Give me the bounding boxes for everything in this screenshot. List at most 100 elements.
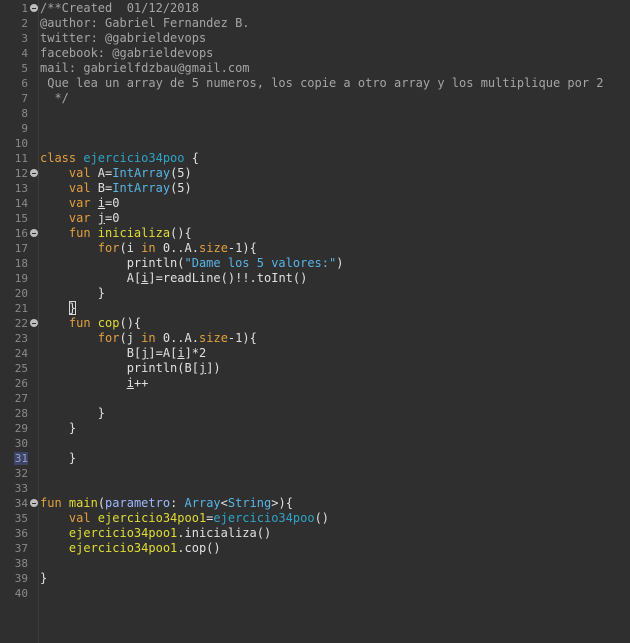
code-token: j [97,211,106,225]
code-token: () [314,511,330,525]
line-number: 13 [0,181,38,196]
line-number-text: 13 [14,182,28,195]
code-token: i [97,196,106,210]
code-token: ]*2 [184,346,207,360]
code-line[interactable]: val ejercicio34poo1=ejercicio34poo() [40,511,329,526]
line-number-text: 32 [14,467,28,480]
fold-toggle-icon[interactable] [30,169,38,177]
code-token: -1){ [227,331,257,345]
code-token: .inicializa() [177,526,272,540]
code-token: inicializa [97,226,171,240]
code-line[interactable]: } [40,406,105,421]
code-token: 0.. [162,241,185,255]
code-line[interactable]: fun cop(){ [40,316,141,331]
fold-toggle-icon[interactable] [30,4,38,12]
code-token: ejercicio34poo [83,151,185,165]
code-line[interactable]: class ejercicio34poo { [40,151,199,166]
line-number-text: 40 [14,587,28,600]
code-token: IntArray [112,166,171,180]
line-number-text: 17 [14,242,28,255]
code-line[interactable]: } [40,451,76,466]
code-line[interactable]: twitter: @gabrieldevops [40,31,206,46]
code-line[interactable]: } [40,301,77,316]
code-line[interactable]: } [40,286,105,301]
line-number-text: 27 [14,392,28,405]
code-token: 0.. [162,331,185,345]
code-token: String [227,496,272,510]
line-number-text: 24 [14,347,28,360]
line-number-text: 35 [14,512,28,525]
line-number: 40 [0,586,38,601]
code-line[interactable]: facebook: @gabrieldevops [40,46,213,61]
code-token: ( [97,496,106,510]
code-token: ]=readLine()!!.toInt() [148,271,308,285]
code-token: .cop() [177,541,221,555]
fold-toggle-icon[interactable] [30,499,38,507]
code-token: ]= [148,346,163,360]
line-number-text: 14 [14,197,28,210]
code-area[interactable]: /**Created 01/12/2018 @author: Gabriel Fe… [39,0,630,643]
line-number-text: 34 [14,497,28,510]
code-line[interactable]: ejercicio34poo1.cop() [40,541,221,556]
line-number: 6 [0,76,38,91]
fold-toggle-icon[interactable] [30,319,38,327]
line-number-text: 22 [14,317,28,330]
code-line[interactable]: val A=IntArray(5) [40,166,192,181]
code-line[interactable]: mail: gabrielfdzbau@gmail.com [40,61,250,76]
line-number-text: 21 [14,302,28,315]
fold-toggle-icon[interactable] [30,229,38,237]
line-number-gutter[interactable]: 1 2 3 4 5 6 7 8 9 10 11 12 13 14 15 16 17 18 19 20 21 22 23 24 2… [0,0,39,643]
code-line[interactable]: @author: Gabriel Fernandez B. [40,16,250,31]
matched-bracket: } [68,301,77,315]
line-number: 9 [0,121,38,136]
code-line[interactable]: A[i]=readLine()!!.toInt() [40,271,308,286]
line-number: 34 [0,496,38,511]
code-token: mail: gabrielfdzbau@gmail.com [40,61,250,75]
line-number-text: 29 [14,422,28,435]
code-token: cop [97,316,120,330]
line-number-text: 20 [14,287,28,300]
code-token: =0 [105,196,120,210]
code-line[interactable]: i++ [40,376,149,391]
line-number: 16 [0,226,38,241]
code-line[interactable]: var i=0 [40,196,120,211]
code-line[interactable]: println(B[j]) [40,361,221,376]
line-number-text: 12 [14,167,28,180]
code-line[interactable]: val B=IntArray(5) [40,181,192,196]
code-line[interactable]: */ [40,91,68,106]
code-line[interactable]: for(i in 0..A.size-1){ [40,241,257,256]
line-number-text: 36 [14,527,28,540]
line-number-text: 5 [21,62,28,75]
code-line[interactable]: println("Dame los 5 valores:") [40,256,344,271]
code-line[interactable]: Que lea un array de 5 numeros, los copie… [40,76,604,91]
code-token: for [40,241,120,255]
line-number-text: 9 [21,122,28,135]
code-line[interactable]: } [40,421,76,436]
line-number-text: 1 [21,2,28,15]
code-token: A [97,166,106,180]
line-number: 23 [0,331,38,346]
code-line[interactable]: } [40,571,47,586]
code-line[interactable]: fun main(parametro: Array<String>){ [40,496,293,511]
line-number: 28 [0,406,38,421]
line-number: 14 [0,196,38,211]
line-number-text: 25 [14,362,28,375]
code-line[interactable]: fun inicializa(){ [40,226,192,241]
code-token: { [184,151,199,165]
line-number: 31 [0,451,38,466]
code-line[interactable]: B[j]=A[i]*2 [40,346,207,361]
line-number: 30 [0,436,38,451]
code-token: Que lea un array de 5 numeros, los copie… [40,76,604,90]
code-token: [ [191,361,199,375]
line-number-text: 26 [14,377,28,390]
code-editor[interactable]: 1 2 3 4 5 6 7 8 9 10 11 12 13 14 15 16 17 18 19 20 21 22 23 24 2… [0,0,630,643]
line-number-text: 31 [14,452,28,465]
code-line[interactable]: /**Created 01/12/2018 [40,1,199,16]
code-line[interactable]: var j=0 [40,211,120,226]
line-number: 29 [0,421,38,436]
code-line[interactable]: ejercicio34poo1.inicializa() [40,526,271,541]
code-token: val [40,511,98,525]
code-line[interactable]: for(j in 0..A.size-1){ [40,331,257,346]
